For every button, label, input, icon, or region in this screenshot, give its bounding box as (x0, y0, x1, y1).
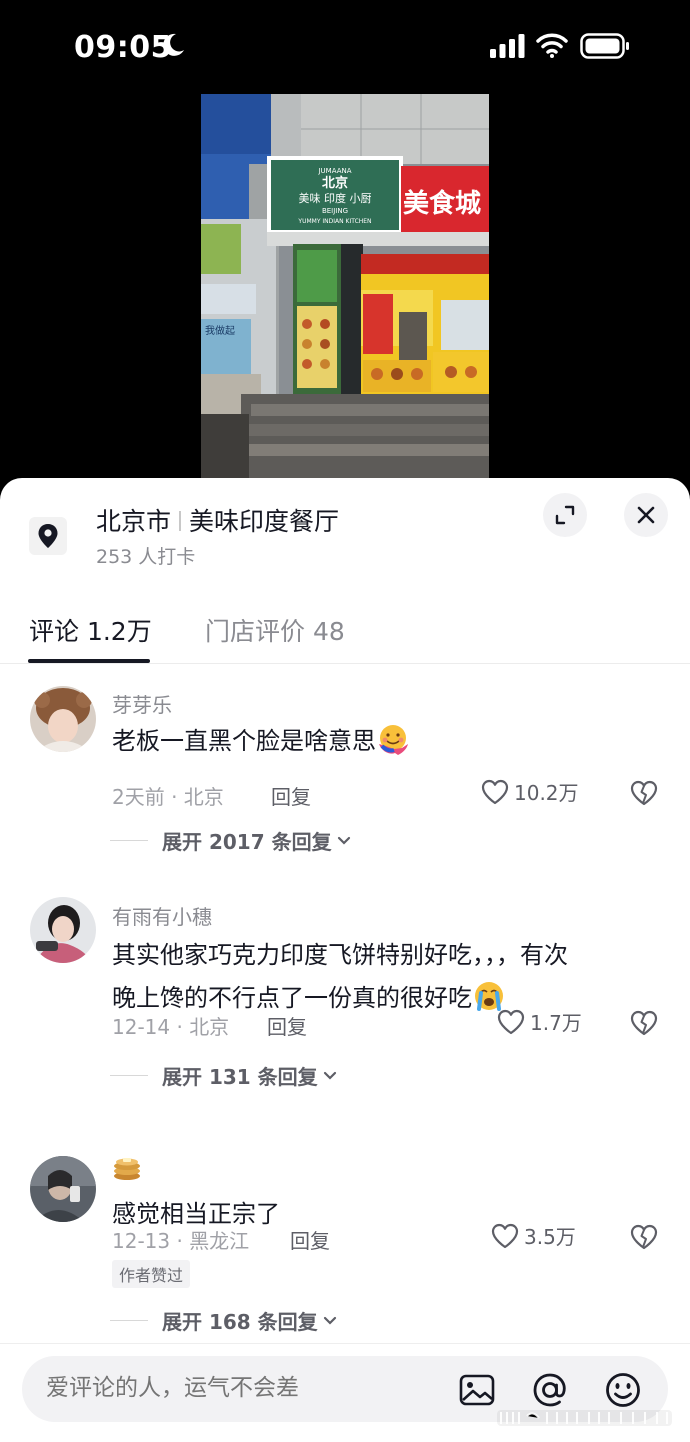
heart-icon (481, 779, 509, 804)
sign-cn-1: 北京 (322, 175, 348, 191)
sign-brand: JUMAANA (317, 167, 351, 175)
map-pin-glyph (38, 524, 58, 548)
location-title[interactable]: 北京市 美味印度餐厅 (96, 502, 339, 538)
sign-en-2: YUMMY INDIAN KITCHEN (297, 218, 371, 225)
reply-button[interactable]: 回复 (271, 781, 311, 810)
dislike-broken-heart-icon[interactable] (629, 779, 659, 807)
expand-divider (110, 1075, 148, 1076)
tab-store-reviews[interactable]: 门店评价 48 (205, 612, 345, 648)
watermark-logo (497, 1410, 672, 1426)
expand-replies[interactable]: 展开 168 条回复 (110, 1306, 338, 1335)
sign-red: 美食城 (403, 188, 481, 219)
location-city: 北京市 (96, 507, 172, 536)
comment-text-line2: 晚上馋的不行点了一份真的很好吃 (112, 984, 472, 1012)
tab-bar: 评论 1.2万 门店评价 48 (0, 588, 690, 664)
expand-replies-label: 展开 131 条回复 (162, 1065, 318, 1089)
close-icon (637, 506, 655, 524)
comment-meta: 12-13 · 黑龙江 (112, 1229, 250, 1253)
avatar[interactable] (30, 897, 96, 963)
comment-text-line1: 其实他家巧克力印度飞饼特别好吃，，，有次 (112, 941, 568, 969)
sign-cn-2: 美味 印度 小厨 (299, 191, 372, 205)
dislike-broken-heart-icon[interactable] (629, 1223, 659, 1251)
avatar-image (30, 1156, 96, 1222)
chevron-down-icon (323, 1071, 336, 1080)
like-button[interactable]: 10.2万 (480, 777, 579, 806)
expand-replies[interactable]: 展开 2017 条回复 (110, 826, 352, 855)
expand-divider (110, 1320, 148, 1321)
wifi-icon (536, 33, 568, 58)
dislike-broken-heart-icon[interactable] (629, 1009, 659, 1037)
comment-input[interactable] (46, 1375, 426, 1401)
avatar[interactable] (30, 1156, 96, 1222)
screen: 09:05 我做起 JUMAANA 北京 美味 印度 小厨 BEIJING YU… (0, 0, 690, 1442)
location-place: 美味印度餐厅 (189, 507, 340, 536)
comment-text-content: 老板一直黑个脸是啥意思 (112, 727, 376, 755)
storefront-photo[interactable]: 我做起 JUMAANA 北京 美味 印度 小厨 BEIJING YUMMY IN… (201, 94, 489, 478)
comment-meta: 12-14 · 北京 (112, 1015, 230, 1039)
storefront-illustration: 我做起 JUMAANA 北京 美味 印度 小厨 BEIJING YUMMY IN… (201, 94, 489, 478)
pancake-emoji-icon (114, 1158, 140, 1180)
battery-icon (580, 33, 629, 59)
comments-sheet: 北京市 美味印度餐厅 253 人打卡 评论 1.2万 门店评价 48 芽芽乐 老… (0, 478, 690, 1442)
expand-replies-label: 展开 168 条回复 (162, 1310, 318, 1334)
sign-en-1: BEIJING (322, 207, 348, 215)
emoji-picker-icon[interactable] (604, 1371, 642, 1409)
title-separator (179, 511, 182, 531)
heart-icon (497, 1009, 525, 1034)
mention-at-icon[interactable] (531, 1371, 569, 1409)
expand-sheet-button[interactable] (543, 493, 587, 537)
close-sheet-button[interactable] (624, 493, 668, 537)
like-button[interactable]: 1.7万 (496, 1007, 582, 1036)
like-button[interactable]: 3.5万 (490, 1221, 576, 1250)
comment-username[interactable]: 芽芽乐 (112, 689, 172, 718)
status-time: 09:05 (74, 30, 172, 65)
checkin-count: 253 人打卡 (96, 546, 196, 568)
location-pin-icon[interactable] (29, 517, 67, 555)
comment-meta: 2天前 · 北京 (112, 785, 224, 809)
expand-replies-label: 展开 2017 条回复 (162, 830, 332, 854)
chevron-down-icon (337, 836, 350, 845)
wall-poster-text: 我做起 (205, 324, 235, 337)
avatar[interactable] (30, 686, 96, 752)
avatar-image (30, 897, 96, 963)
chevron-down-icon (323, 1316, 336, 1325)
expand-icon (555, 505, 575, 525)
moon-icon (163, 33, 184, 56)
status-bar: 09:05 (0, 0, 690, 92)
comment-username[interactable]: 有雨有小穗 (112, 901, 212, 930)
comment-text: 老板一直黑个脸是啥意思 (112, 720, 660, 763)
like-count: 3.5万 (524, 1225, 576, 1249)
reply-button[interactable]: 回复 (290, 1225, 330, 1254)
reply-button[interactable]: 回复 (267, 1011, 307, 1040)
author-liked-badge: 作者赞过 (112, 1260, 191, 1288)
cellular-signal-icon (490, 34, 525, 58)
expand-divider (110, 840, 148, 841)
hug-emoji-icon (379, 725, 408, 755)
tab-comments[interactable]: 评论 1.2万 (29, 612, 152, 648)
expand-replies[interactable]: 展开 131 条回复 (110, 1061, 338, 1090)
image-picker-icon[interactable] (458, 1371, 496, 1409)
like-count: 10.2万 (514, 781, 579, 805)
avatar-image (30, 686, 96, 752)
active-tab-indicator (28, 659, 150, 663)
like-count: 1.7万 (530, 1011, 582, 1035)
heart-icon (491, 1223, 519, 1248)
